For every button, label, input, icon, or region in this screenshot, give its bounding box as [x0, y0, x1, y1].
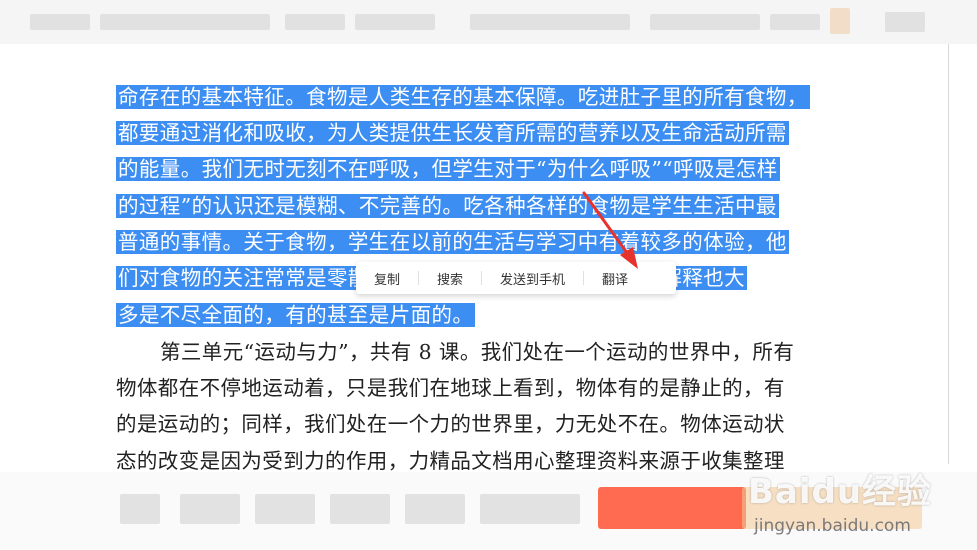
copy-menu-item[interactable]: 复制 — [356, 269, 418, 288]
paragraph-text-line: 物体都在不停地运动着，只是我们在地球上看到，物体有的是静止的，有 — [116, 376, 785, 400]
blurred-toolbar-item — [30, 14, 90, 30]
blurred-toolbar-item — [355, 14, 435, 30]
blurred-toolbar-item — [650, 14, 760, 30]
blurred-toolbar-item — [885, 12, 925, 32]
selected-text-line[interactable]: 的过程”的认识还是模糊、不完善的。吃各种各样的食物是学生生活中最 — [116, 193, 779, 219]
blurred-bottom-item — [180, 494, 240, 524]
selected-text-line[interactable]: 都要通过消化和吸收，为人类提供生长发育所需的营养以及生命活动所需 — [116, 120, 789, 146]
selected-text-line[interactable]: 普通的事情。关于食物，学生在以前的生活与学习中有着较多的体验，他 — [116, 229, 789, 255]
blurred-bottom-item — [120, 494, 160, 524]
blurred-toolbar-item — [830, 8, 850, 34]
blurred-bottom-item — [330, 494, 390, 524]
send-to-phone-menu-item[interactable]: 发送到手机 — [482, 269, 583, 288]
red-pointer-arrow-icon — [582, 191, 638, 269]
selected-text-line[interactable]: 多是不尽全面的，有的甚至是片面的。 — [116, 302, 476, 328]
blurred-top-toolbar — [0, 0, 977, 44]
selected-text-line[interactable]: 命存在的基本特征。食物是人类生存的基本保障。吃进肚子里的所有食物， — [116, 84, 810, 110]
blurred-bottom-item — [480, 494, 580, 524]
paragraph-text-line: 态的改变是因为受到力的作用，力精品文档用心整理资料来源于收集整理 — [116, 449, 785, 473]
baidu-jingyan-watermark: Baidu经验 jingyan.baidu.com — [748, 464, 958, 544]
blurred-toolbar-item — [285, 14, 345, 30]
blurred-toolbar-item — [770, 14, 820, 30]
blurred-bottom-item — [405, 494, 465, 524]
blurred-toolbar-item — [470, 14, 630, 30]
paragraph-text-line: 的是运动的；同样，我们处在一个力的世界里，力无处不在。物体运动状 — [116, 412, 785, 436]
blurred-bottom-item — [255, 494, 315, 524]
watermark-logo: Baidu经验 — [748, 472, 933, 512]
blurred-action-button[interactable] — [598, 487, 746, 529]
document-page-edge — [948, 44, 949, 464]
watermark-url: jingyan.baidu.com — [754, 516, 911, 536]
blurred-toolbar-item — [100, 14, 270, 30]
search-menu-item[interactable]: 搜索 — [419, 269, 481, 288]
paragraph-text-line: 第三单元“运动与力”，共有 8 课。我们处在一个运动的世界中，所有 — [160, 340, 795, 364]
selected-text-line[interactable]: 的能量。我们无时无刻不在呼吸，但学生对于“为什么呼吸”“呼吸是怎样 — [116, 156, 780, 182]
